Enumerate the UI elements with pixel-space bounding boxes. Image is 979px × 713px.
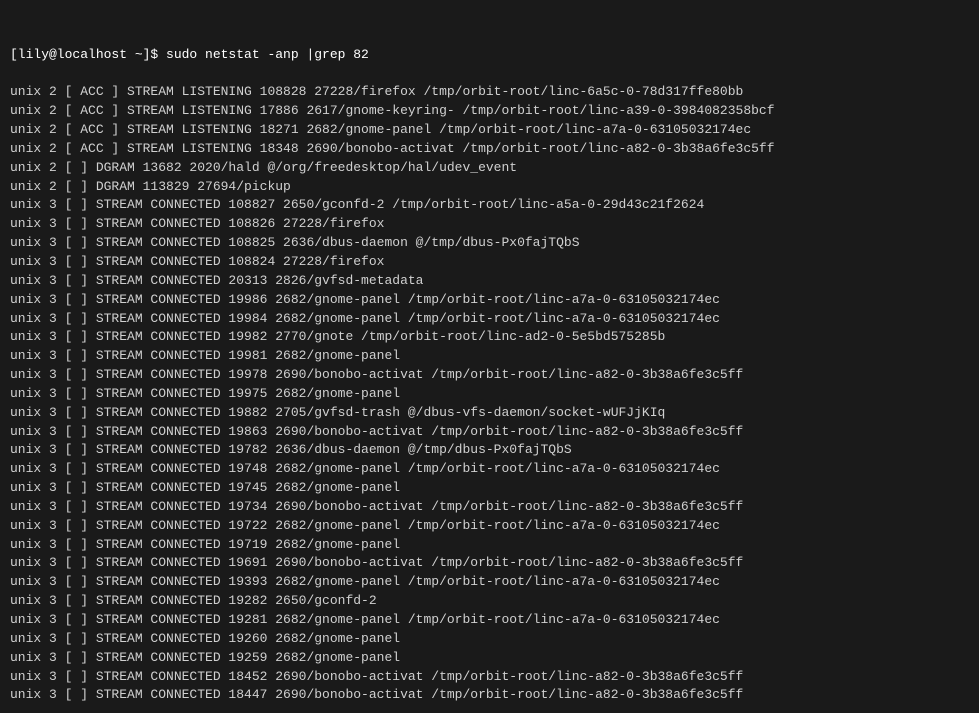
table-row: unix 3 [ ] STREAM CONNECTED 19260 2682/g… (10, 630, 969, 649)
table-row: unix 3 [ ] STREAM CONNECTED 108827 2650/… (10, 196, 969, 215)
table-row: unix 3 [ ] STREAM CONNECTED 19748 2682/g… (10, 460, 969, 479)
table-row: unix 3 [ ] STREAM CONNECTED 20313 2826/g… (10, 272, 969, 291)
table-row: unix 3 [ ] STREAM CONNECTED 19863 2690/b… (10, 423, 969, 442)
table-row: unix 3 [ ] STREAM CONNECTED 19981 2682/g… (10, 347, 969, 366)
table-row: unix 3 [ ] STREAM CONNECTED 19782 2636/d… (10, 441, 969, 460)
table-row: unix 3 [ ] STREAM CONNECTED 19978 2690/b… (10, 366, 969, 385)
table-row: unix 2 [ ACC ] STREAM LISTENING 17886 26… (10, 102, 969, 121)
table-row: unix 2 [ ACC ] STREAM LISTENING 108828 2… (10, 83, 969, 102)
table-row: unix 3 [ ] STREAM CONNECTED 108825 2636/… (10, 234, 969, 253)
table-row: unix 3 [ ] STREAM CONNECTED 108826 27228… (10, 215, 969, 234)
table-row: unix 3 [ ] STREAM CONNECTED 19719 2682/g… (10, 536, 969, 555)
table-row: unix 3 [ ] STREAM CONNECTED 18452 2690/b… (10, 668, 969, 687)
table-row: unix 3 [ ] STREAM CONNECTED 19722 2682/g… (10, 517, 969, 536)
table-row: unix 3 [ ] STREAM CONNECTED 19282 2650/g… (10, 592, 969, 611)
table-row: unix 3 [ ] STREAM CONNECTED 19393 2682/g… (10, 573, 969, 592)
table-row: unix 3 [ ] STREAM CONNECTED 19745 2682/g… (10, 479, 969, 498)
netstat-output: unix 2 [ ACC ] STREAM LISTENING 108828 2… (10, 83, 969, 705)
table-row: unix 3 [ ] STREAM CONNECTED 19734 2690/b… (10, 498, 969, 517)
table-row: unix 3 [ ] STREAM CONNECTED 19975 2682/g… (10, 385, 969, 404)
table-row: unix 3 [ ] STREAM CONNECTED 19281 2682/g… (10, 611, 969, 630)
table-row: unix 2 [ ACC ] STREAM LISTENING 18348 26… (10, 140, 969, 159)
prompt-line: [lily@localhost ~]$ sudo netstat -anp |g… (10, 46, 969, 65)
table-row: unix 2 [ ] DGRAM 13682 2020/hald @/org/f… (10, 159, 969, 178)
table-row: unix 3 [ ] STREAM CONNECTED 19982 2770/g… (10, 328, 969, 347)
table-row: unix 3 [ ] STREAM CONNECTED 19984 2682/g… (10, 310, 969, 329)
table-row: unix 3 [ ] STREAM CONNECTED 108824 27228… (10, 253, 969, 272)
terminal-output: [lily@localhost ~]$ sudo netstat -anp |g… (10, 8, 969, 83)
table-row: unix 3 [ ] STREAM CONNECTED 19882 2705/g… (10, 404, 969, 423)
table-row: unix 3 [ ] STREAM CONNECTED 18447 2690/b… (10, 686, 969, 705)
table-row: unix 2 [ ACC ] STREAM LISTENING 18271 26… (10, 121, 969, 140)
table-row: unix 3 [ ] STREAM CONNECTED 19259 2682/g… (10, 649, 969, 668)
table-row: unix 3 [ ] STREAM CONNECTED 19986 2682/g… (10, 291, 969, 310)
table-row: unix 3 [ ] STREAM CONNECTED 19691 2690/b… (10, 554, 969, 573)
table-row: unix 2 [ ] DGRAM 113829 27694/pickup (10, 178, 969, 197)
